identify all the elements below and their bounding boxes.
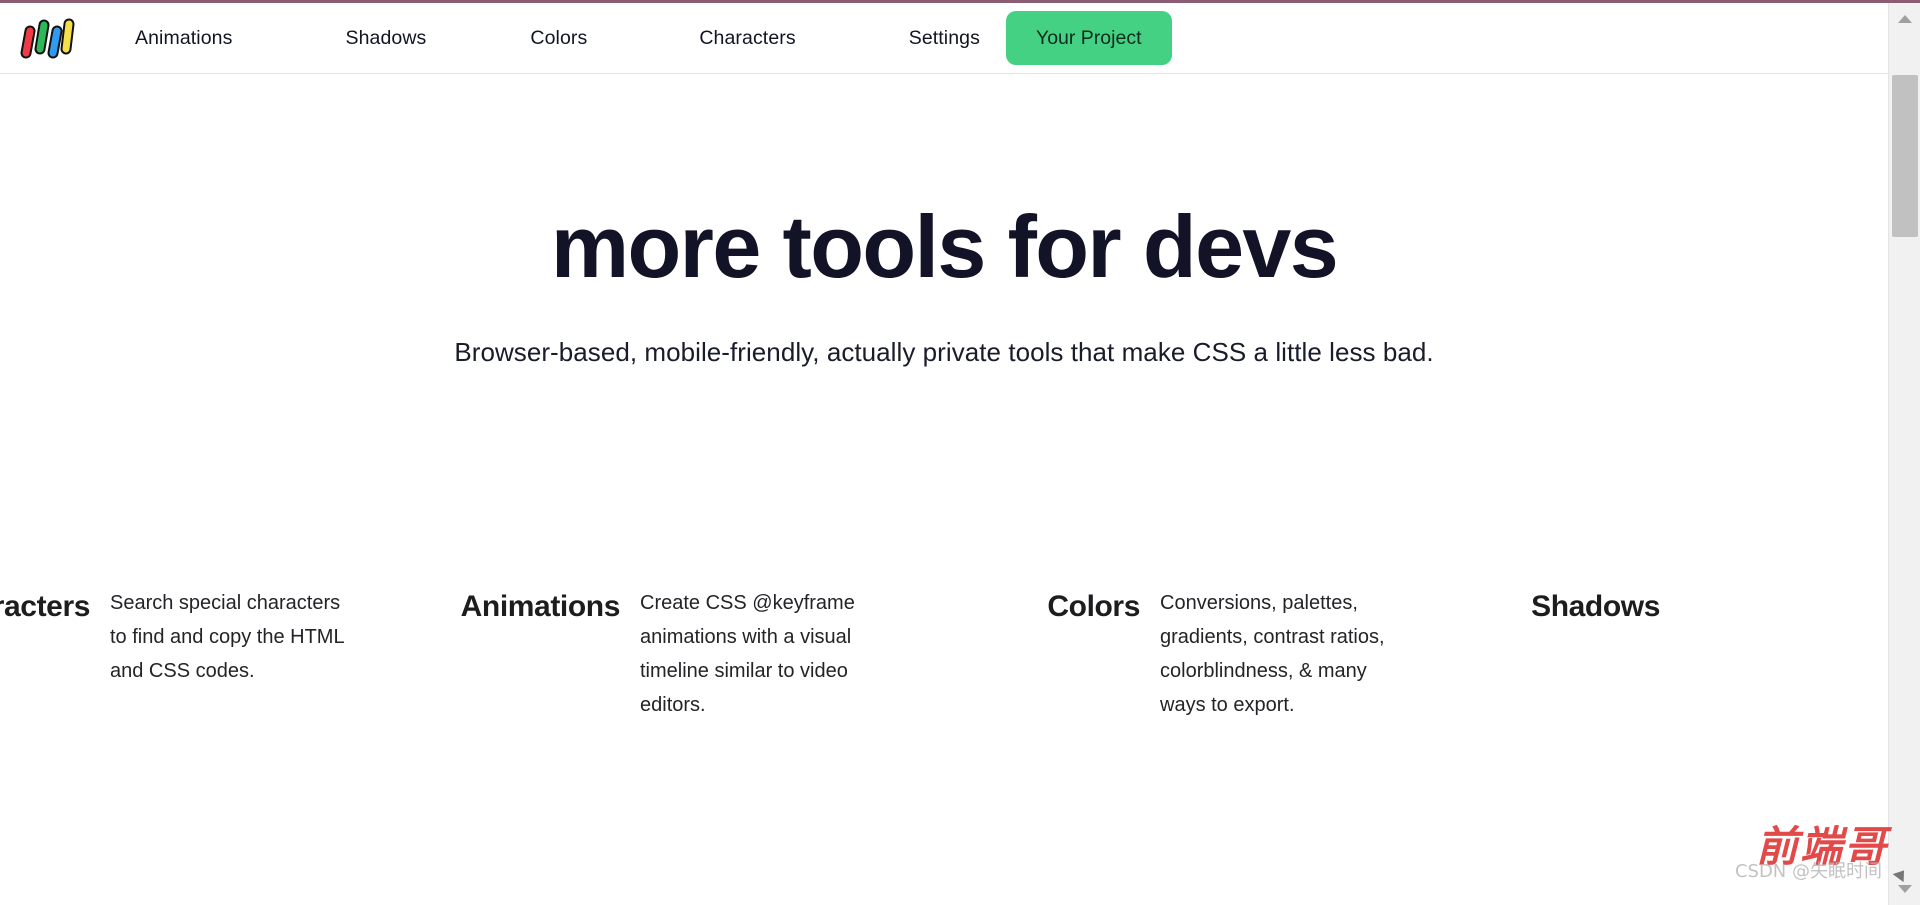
scroll-down-button[interactable]: [1889, 873, 1920, 905]
scroll-up-button[interactable]: [1889, 3, 1920, 35]
nav-item-characters[interactable]: Characters: [699, 19, 795, 58]
nav-link-label[interactable]: Characters: [699, 19, 795, 58]
nav-item-colors[interactable]: Colors: [530, 19, 587, 58]
brand-logo-icon[interactable]: [17, 12, 75, 64]
feature-card-shadows[interactable]: Shadows: [1468, 586, 1888, 626]
site-header: Animations Shadows Colors Characters Set…: [0, 3, 1888, 74]
hero-section: more tools for devs Browser-based, mobil…: [0, 74, 1888, 370]
feature-card-animations[interactable]: Animations Create CSS @keyframe animatio…: [428, 586, 948, 722]
feature-title: Colors: [1047, 590, 1140, 623]
feature-description: Create CSS @keyframe animations with a v…: [640, 592, 855, 716]
feature-description: Search special characters to find and co…: [110, 592, 344, 682]
scroll-down-arrow-icon: [1898, 885, 1912, 893]
browser-viewport: Animations Shadows Colors Characters Set…: [0, 3, 1888, 905]
page-root: Animations Shadows Colors Characters Set…: [0, 0, 1920, 905]
page-title: more tools for devs: [550, 197, 1339, 296]
nav-link-label[interactable]: Shadows: [345, 19, 426, 58]
your-project-button[interactable]: Your Project: [1005, 11, 1172, 65]
nav-link-label[interactable]: Animations: [135, 19, 232, 58]
feature-title: Animations: [460, 590, 621, 623]
nav-item-shadows[interactable]: Shadows: [345, 19, 426, 58]
vertical-scrollbar[interactable]: [1888, 3, 1920, 905]
feature-carousel[interactable]: racters Search special characters to fin…: [0, 586, 1888, 722]
feature-description: Conversions, palettes, gradients, contra…: [1160, 592, 1385, 716]
scrollbar-thumb[interactable]: [1892, 75, 1918, 237]
primary-navigation: Animations Shadows Colors Characters Set…: [135, 11, 1172, 65]
nav-link-label[interactable]: Colors: [530, 19, 587, 58]
nav-item-settings[interactable]: Settings: [909, 19, 980, 58]
nav-link-label[interactable]: Settings: [909, 19, 980, 58]
nav-item-animations[interactable]: Animations: [135, 19, 232, 58]
feature-card-colors[interactable]: Colors Conversions, palettes, gradients,…: [948, 586, 1468, 722]
scrollbar-track[interactable]: [1889, 35, 1920, 873]
feature-title: Shadows: [1531, 590, 1660, 623]
feature-card-characters[interactable]: racters Search special characters to fin…: [0, 586, 428, 688]
page-subtitle: Browser-based, mobile-friendly, actually…: [454, 337, 1434, 368]
feature-title: racters: [0, 590, 90, 623]
scroll-up-arrow-icon: [1898, 15, 1912, 23]
